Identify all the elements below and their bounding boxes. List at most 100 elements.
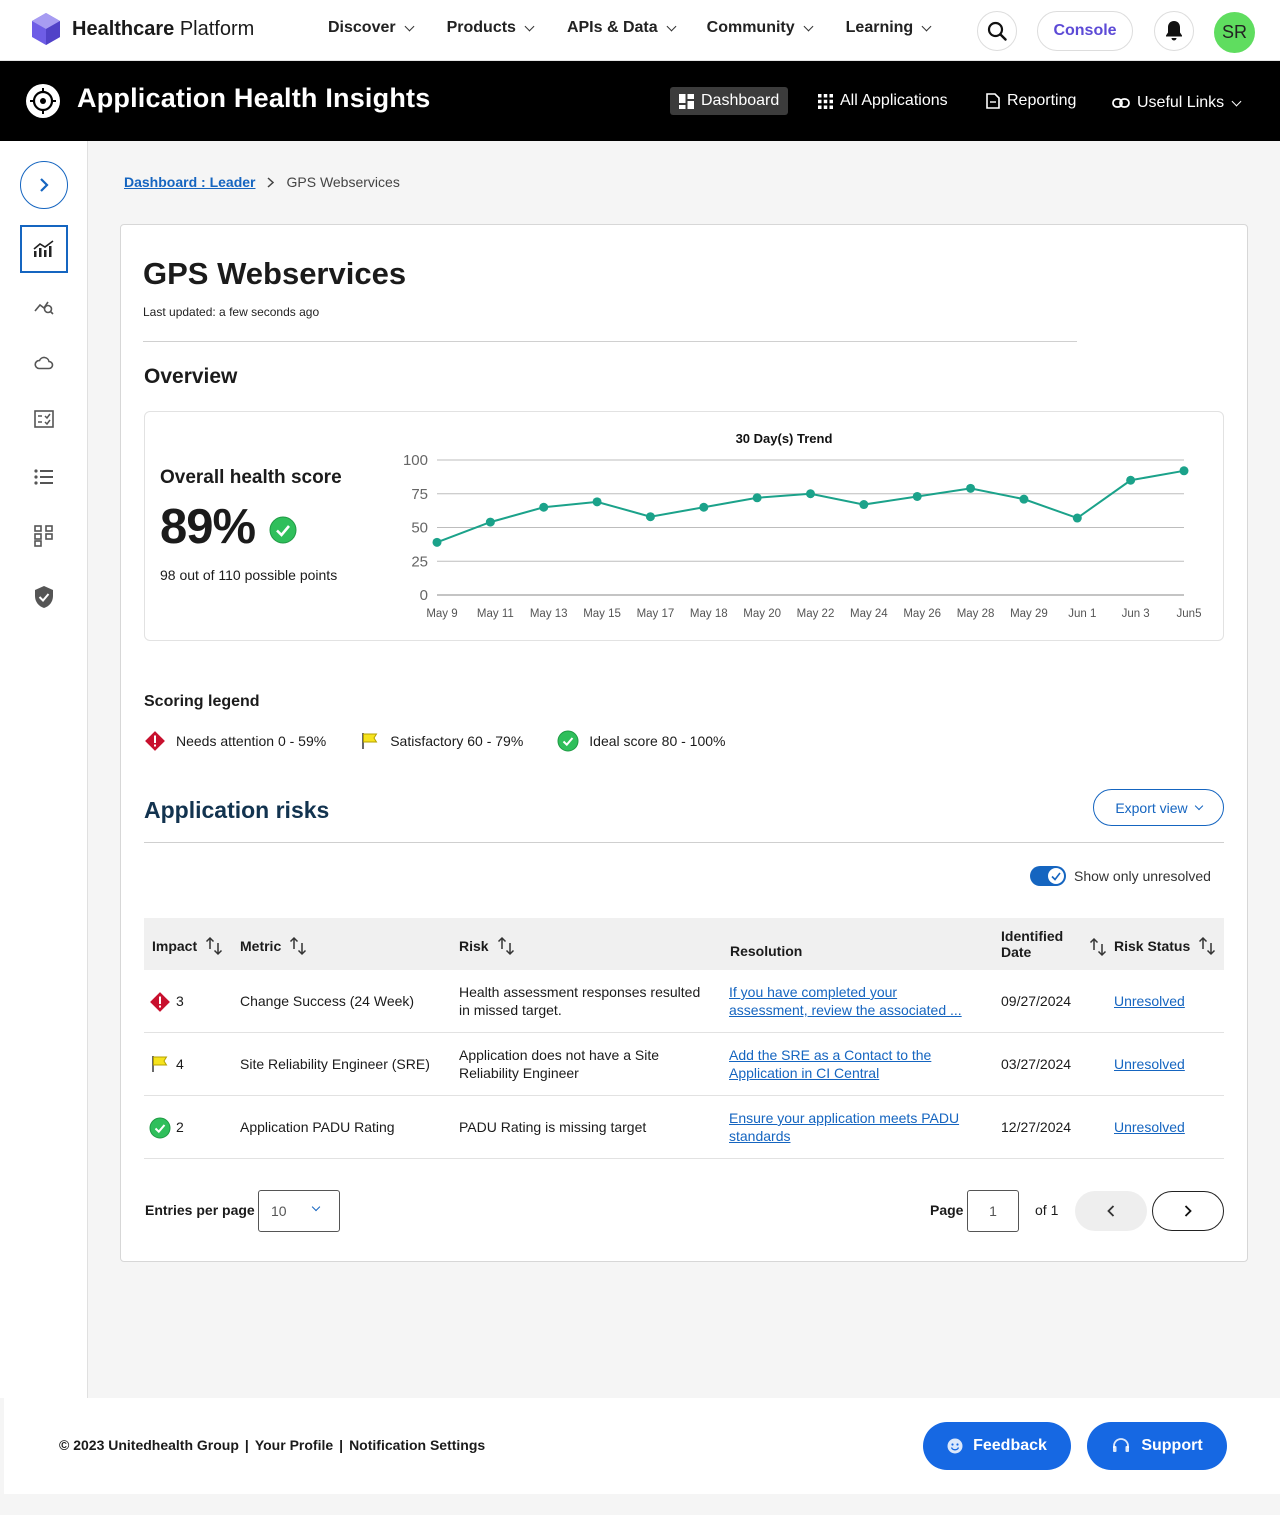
health-score-value: 89% (160, 500, 256, 554)
sidebar-item-analytics[interactable] (30, 293, 58, 321)
scoring-legend-title: Scoring legend (144, 693, 260, 710)
check-circle-icon (269, 516, 297, 544)
tab-reporting[interactable]: Reporting (977, 87, 1085, 115)
risk-status-link[interactable]: Unresolved (1114, 1055, 1185, 1073)
x-tick-label: May 20 (743, 608, 781, 620)
risk-status-link[interactable]: Unresolved (1114, 1118, 1185, 1136)
search-button[interactable] (977, 11, 1017, 51)
page-count: of 1 (1035, 1202, 1059, 1218)
table-row: 2 Application PADU Rating PADU Rating is… (144, 1096, 1224, 1159)
tab-dashboard[interactable]: Dashboard (670, 87, 789, 115)
resolution-link[interactable]: If you have completed your assessment, re… (729, 983, 962, 1019)
expand-sidebar-button[interactable] (20, 161, 68, 209)
console-button[interactable]: Console (1037, 11, 1133, 51)
chevron-down-icon (404, 21, 415, 31)
divider (143, 341, 1077, 342)
column-header-risk[interactable]: Risk (459, 936, 515, 956)
divider (144, 842, 1224, 843)
data-point (592, 497, 602, 507)
check-icon (1051, 872, 1061, 881)
show-unresolved-toggle[interactable] (1030, 866, 1066, 886)
data-point (432, 537, 442, 547)
data-point (645, 512, 655, 522)
nav-learning[interactable]: Learning (846, 19, 932, 37)
resolution-link[interactable]: Ensure your application meets PADU standa… (729, 1109, 959, 1145)
column-header-metric[interactable]: Metric (240, 936, 307, 956)
data-point (485, 517, 495, 527)
resolution-link[interactable]: Add the SRE as a Contact to the Applicati… (729, 1046, 931, 1082)
metric-name: Change Success (24 Week) (240, 993, 415, 1009)
page-label: Page (930, 1202, 964, 1218)
x-tick-label: May 9 (426, 608, 457, 620)
sidebar-item-dashboard[interactable] (20, 225, 68, 273)
x-tick-label: May 24 (850, 608, 888, 620)
alert-diamond-icon (145, 731, 165, 751)
check-circle-icon (557, 730, 579, 752)
sort-icon (206, 936, 223, 956)
support-button[interactable]: Support (1087, 1422, 1227, 1470)
previous-page-button[interactable] (1075, 1191, 1147, 1231)
x-tick-label: May 28 (957, 608, 995, 620)
feedback-button[interactable]: Feedback (923, 1422, 1071, 1470)
overview-heading: Overview (144, 365, 238, 388)
brand-logo-icon (32, 13, 60, 45)
entries-per-page-select[interactable]: 10 (258, 1190, 340, 1232)
trend-chart: 30 Day(s) Trend 0 25 50 75 100 May 9 May 11 May… (403, 431, 1202, 620)
notifications-button[interactable] (1154, 11, 1194, 51)
sidebar-item-list[interactable] (30, 463, 58, 491)
tab-all-applications[interactable]: All Applications (809, 87, 957, 115)
impact-value: 3 (176, 993, 184, 1009)
brand-name-bold: Healthcare (72, 17, 175, 40)
footer: © 2023 Unitedhealth Group | Your Profile… (4, 1398, 1280, 1494)
toggle-knob (1048, 868, 1064, 884)
column-header-resolution: Resolution (730, 943, 803, 959)
notification-settings-link[interactable]: Notification Settings (349, 1437, 485, 1453)
health-score-points: 98 out of 110 possible points (160, 567, 338, 583)
breadcrumb-current: GPS Webservices (286, 174, 400, 190)
health-score-label: Overall health score (160, 467, 342, 488)
risk-description: PADU Rating is missing target (459, 1119, 647, 1135)
dashboard-icon (679, 93, 694, 109)
breadcrumb-link-dashboard[interactable]: Dashboard : Leader (124, 174, 255, 190)
risk-status-link[interactable]: Unresolved (1114, 992, 1185, 1010)
sidebar-item-cloud[interactable] (30, 349, 58, 377)
brand[interactable]: Healthcare Platform (30, 12, 254, 46)
export-view-button[interactable]: Export view (1093, 789, 1224, 826)
identified-date: 12/27/2024 (1001, 1119, 1072, 1135)
x-tick-label: Jun 1 (1068, 608, 1096, 620)
nav-community[interactable]: Community (707, 19, 814, 37)
useful-links-menu[interactable]: Useful Links (1103, 89, 1249, 117)
page-number-input[interactable]: 1 (967, 1190, 1019, 1232)
sidebar-item-security[interactable] (30, 583, 58, 611)
breadcrumb: Dashboard : Leader GPS Webservices (124, 174, 400, 190)
smiley-icon (947, 1438, 963, 1454)
nav-apis-data[interactable]: APIs & Data (567, 19, 677, 37)
sort-icon (1089, 937, 1107, 957)
checklist-icon (34, 410, 54, 428)
nav-products[interactable]: Products (447, 19, 535, 37)
chevron-down-icon (524, 21, 535, 31)
legend-item-satisfactory: Satisfactory 60 - 79% (360, 731, 523, 751)
column-header-impact[interactable]: Impact (152, 936, 223, 956)
chevron-right-icon (1184, 1205, 1192, 1217)
column-header-risk-status[interactable]: Risk Status (1114, 936, 1216, 956)
user-avatar[interactable]: SR (1214, 12, 1255, 53)
bell-icon (1166, 21, 1182, 41)
nav-discover[interactable]: Discover (328, 19, 415, 37)
unresolved-toggle-control: Show only unresolved (1030, 866, 1211, 886)
sidebar-item-hierarchy[interactable] (30, 522, 58, 550)
column-header-identified-date[interactable]: Identified Date (1001, 928, 1107, 960)
chevron-right-icon (40, 178, 49, 192)
legend-item-attention: Needs attention 0 - 59% (144, 730, 326, 752)
chevron-down-icon (803, 21, 814, 31)
risk-description: Health assessment responses resulted in m… (459, 984, 701, 1018)
chart-title: 30 Day(s) Trend (736, 431, 833, 446)
app-logo-icon (26, 84, 60, 118)
next-page-button[interactable] (1152, 1191, 1224, 1231)
data-point (806, 489, 815, 499)
your-profile-link[interactable]: Your Profile (255, 1437, 333, 1453)
table-header: Impact Metric Risk Resolution Identified… (144, 918, 1224, 970)
headset-icon (1113, 1438, 1130, 1452)
data-point (1072, 513, 1082, 523)
sidebar-item-checklist[interactable] (30, 405, 58, 433)
